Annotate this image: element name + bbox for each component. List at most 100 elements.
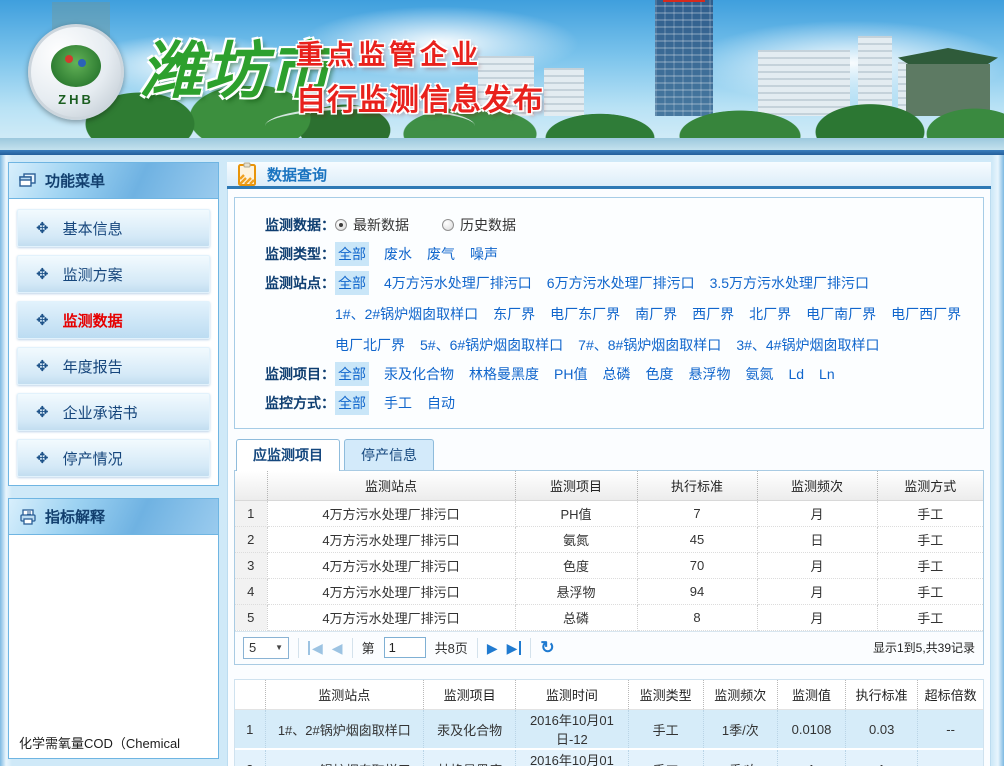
table-cell: 色度 bbox=[515, 552, 637, 578]
main-content: 数据查询 监测数据： 最新数据历史数据 监测类型：全部废水废气噪声监测站点：全部… bbox=[227, 162, 991, 759]
row-number: 2 bbox=[235, 526, 267, 552]
query-filter-box: 监测数据： 最新数据历史数据 监测类型：全部废水废气噪声监测站点：全部4万方污水… bbox=[234, 197, 984, 429]
sidebar-item-停产情况[interactable]: ✥停产情况 bbox=[17, 439, 210, 477]
filter-option[interactable]: 北厂界 bbox=[749, 302, 791, 326]
filter-option[interactable]: 7#、8#锅炉烟囱取样口 bbox=[578, 333, 721, 357]
filter-option[interactable]: 3#、4#锅炉烟囱取样口 bbox=[736, 333, 879, 357]
table-row[interactable]: 11#、2#锅炉烟囱取样口汞及化合物2016年10月01日-12手工1季/次0.… bbox=[235, 710, 983, 750]
filter-option[interactable]: 东厂界 bbox=[493, 302, 535, 326]
radio-icon[interactable] bbox=[442, 219, 454, 231]
compass-arrows-icon: ✥ bbox=[36, 449, 49, 467]
radio-icon[interactable] bbox=[335, 219, 347, 231]
table-row[interactable]: 54万方污水处理厂排污口总磷8月手工 bbox=[235, 604, 983, 630]
sidebar-item-年度报告[interactable]: ✥年度报告 bbox=[17, 347, 210, 385]
table-row[interactable]: 44万方污水处理厂排污口悬浮物94月手工 bbox=[235, 578, 983, 604]
column-header: 监测项目 bbox=[515, 471, 637, 500]
page-size-select[interactable]: 5 ▼ bbox=[243, 637, 289, 659]
table-cell: 手工 bbox=[877, 604, 983, 630]
table-row[interactable]: 21#、2#锅炉烟囱取样口林格曼黑度2016年10月01日-12手工1季/次11… bbox=[235, 749, 983, 766]
filter-option[interactable]: 5#、6#锅炉烟囱取样口 bbox=[420, 333, 563, 357]
results-table-body: 11#、2#锅炉烟囱取样口汞及化合物2016年10月01日-12手工1季/次0.… bbox=[235, 710, 983, 766]
site-banner: ZHB 潍坊市 重点监管企业 自行监测信息发布 bbox=[0, 0, 1004, 150]
prev-page-button[interactable]: ◀ bbox=[332, 641, 343, 655]
table-cell: 2016年10月01日-12 bbox=[516, 749, 628, 766]
sidebar-item-基本信息[interactable]: ✥基本信息 bbox=[17, 209, 210, 247]
column-header: 监测类型 bbox=[628, 680, 703, 710]
filter-option[interactable]: 氨氮 bbox=[745, 362, 773, 386]
filter-option[interactable]: 手工 bbox=[384, 391, 412, 415]
filter-option[interactable]: 4万方污水处理厂排污口 bbox=[384, 271, 532, 295]
filter-options: 全部废水废气噪声 bbox=[335, 242, 969, 266]
tab-停产信息[interactable]: 停产信息 bbox=[344, 439, 434, 470]
next-page-button[interactable]: ▶ bbox=[487, 641, 498, 655]
sidebar-item-监测数据[interactable]: ✥监测数据 bbox=[17, 301, 210, 339]
filter-option[interactable]: Ln bbox=[819, 362, 835, 386]
radio-label: 历史数据 bbox=[460, 213, 516, 237]
table-cell: 手工 bbox=[877, 552, 983, 578]
table-row[interactable]: 14万方污水处理厂排污口PH值7月手工 bbox=[235, 500, 983, 526]
table-cell: 月 bbox=[757, 552, 877, 578]
table-cell: 手工 bbox=[877, 578, 983, 604]
standards-tab-panel: 监测站点监测项目执行标准监测频次监测方式 14万方污水处理厂排污口PH值7月手工… bbox=[234, 470, 984, 665]
filter-option[interactable]: 1#、2#锅炉烟囱取样口 bbox=[335, 302, 478, 326]
filter-option[interactable]: 废水 bbox=[384, 242, 412, 266]
column-header bbox=[235, 680, 265, 710]
radio-option[interactable]: 历史数据 bbox=[442, 213, 516, 237]
filter-option[interactable]: 西厂界 bbox=[692, 302, 734, 326]
table-cell: 1季/次 bbox=[703, 749, 777, 766]
compass-arrows-icon: ✥ bbox=[36, 219, 49, 237]
filter-option[interactable]: 全部 bbox=[335, 362, 369, 386]
last-page-button[interactable]: ▶ bbox=[507, 641, 522, 655]
filter-option[interactable]: 电厂南厂界 bbox=[806, 302, 876, 326]
filter-option[interactable]: 悬浮物 bbox=[688, 362, 730, 386]
filter-option[interactable]: 林格曼黑度 bbox=[469, 362, 539, 386]
filter-option[interactable]: 自动 bbox=[427, 391, 455, 415]
radio-option[interactable]: 最新数据 bbox=[335, 213, 409, 237]
table-cell: 手工 bbox=[628, 749, 703, 766]
sidebar-item-企业承诺书[interactable]: ✥ 企业承诺书 bbox=[17, 393, 210, 431]
filter-option[interactable]: 汞及化合物 bbox=[384, 362, 454, 386]
filter-option[interactable]: 3.5万方污水处理厂排污口 bbox=[710, 271, 869, 295]
filter-option[interactable]: 废气 bbox=[427, 242, 455, 266]
page-size-value: 5 bbox=[249, 640, 256, 655]
sidebar-item-监测方案[interactable]: ✥监测方案 bbox=[17, 255, 210, 293]
filter-option[interactable]: Ld bbox=[788, 362, 804, 386]
indicator-header: 指标解释 bbox=[9, 499, 218, 535]
filter-option[interactable]: 6万方污水处理厂排污口 bbox=[547, 271, 695, 295]
sidebar-menu-list: ✥基本信息 ✥监测方案 ✥监测数据 ✥年度报告 ✥ 企业承诺书 ✥停产情况 bbox=[9, 199, 218, 485]
page-number-input[interactable] bbox=[384, 637, 426, 658]
table-cell: 7 bbox=[637, 500, 757, 526]
tab-应监测项目[interactable]: 应监测项目 bbox=[236, 439, 340, 471]
table-cell: 94 bbox=[637, 578, 757, 604]
page-prefix-label: 第 bbox=[362, 638, 375, 657]
main-panel: 监测数据： 最新数据历史数据 监测类型：全部废水废气噪声监测站点：全部4万方污水… bbox=[227, 189, 991, 766]
column-header: 监测值 bbox=[777, 680, 845, 710]
page-title-bar: 数据查询 bbox=[227, 162, 991, 189]
table-cell: 手工 bbox=[877, 500, 983, 526]
sidebar-item-label: 企业承诺书 bbox=[63, 402, 138, 423]
function-menu-panel: 功能菜单 ✥基本信息✥监测方案✥监测数据✥年度报告✥企业承诺书✥停产情况 bbox=[8, 162, 219, 486]
filter-option[interactable]: 电厂北厂界 bbox=[335, 333, 405, 357]
refresh-icon[interactable]: ↻ bbox=[540, 639, 554, 656]
filter-option[interactable]: 色度 bbox=[645, 362, 673, 386]
filter-option[interactable]: 南厂界 bbox=[635, 302, 677, 326]
radio-label: 最新数据 bbox=[353, 213, 409, 237]
filter-option[interactable]: 全部 bbox=[335, 391, 369, 415]
results-table-wrap: 监测站点监测项目监测时间监测类型监测频次监测值执行标准超标倍数 11#、2#锅炉… bbox=[234, 679, 984, 766]
filter-option[interactable]: 全部 bbox=[335, 271, 369, 295]
filter-option[interactable]: 总磷 bbox=[602, 362, 630, 386]
filter-option[interactable]: PH值 bbox=[554, 362, 587, 386]
column-header: 监测频次 bbox=[757, 471, 877, 500]
compass-arrows-icon: ✥ bbox=[36, 403, 49, 421]
column-header: 执行标准 bbox=[637, 471, 757, 500]
first-page-button[interactable]: ◀ bbox=[308, 641, 323, 655]
tab-bar: 应监测项目停产信息 bbox=[236, 439, 984, 470]
filter-option[interactable]: 电厂东厂界 bbox=[550, 302, 620, 326]
filter-option[interactable]: 电厂西厂界 bbox=[891, 302, 961, 326]
standards-table-body: 14万方污水处理厂排污口PH值7月手工24万方污水处理厂排污口氨氮45日手工34… bbox=[235, 500, 983, 630]
table-cell: 1 bbox=[777, 749, 845, 766]
filter-option[interactable]: 全部 bbox=[335, 242, 369, 266]
filter-option[interactable]: 噪声 bbox=[470, 242, 498, 266]
table-row[interactable]: 24万方污水处理厂排污口氨氮45日手工 bbox=[235, 526, 983, 552]
table-row[interactable]: 34万方污水处理厂排污口色度70月手工 bbox=[235, 552, 983, 578]
